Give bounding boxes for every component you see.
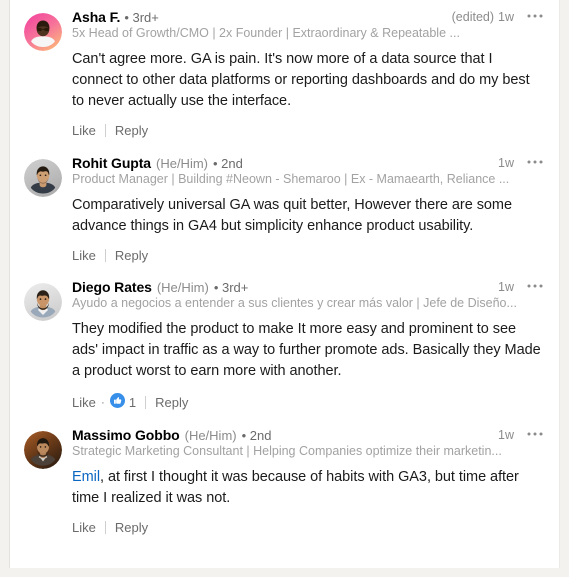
timestamp: 1w: [498, 280, 514, 294]
comment-body: Diego Rates (He/Him) • 3rd+ 1w Ayudo a n…: [62, 279, 543, 411]
action-divider: [104, 124, 106, 137]
reply-button[interactable]: Reply: [155, 395, 188, 410]
comment-header: Massimo Gobbo (He/Him) • 2nd 1w: [72, 427, 543, 443]
comment-item: Rohit Gupta (He/Him) • 2nd 1w Product Ma…: [10, 138, 559, 263]
comment-text: Can't agree more. GA is pain. It's now m…: [72, 51, 530, 109]
comment-actions: Like Reply: [72, 520, 543, 535]
author-name[interactable]: Diego Rates: [72, 279, 152, 295]
comment-text-rest: , at first I thought it was because of h…: [72, 469, 519, 506]
comment-body: Rohit Gupta (He/Him) • 2nd 1w Product Ma…: [62, 155, 543, 263]
author-name[interactable]: Massimo Gobbo: [72, 427, 180, 443]
like-button[interactable]: Like: [72, 395, 96, 410]
connection-degree: • 2nd: [213, 156, 243, 171]
like-button[interactable]: Like: [72, 520, 96, 535]
edited-badge: (edited): [451, 10, 495, 24]
comments-panel: Asha F. • 3rd+ (edited) 1w 5x Head of Gr…: [9, 0, 560, 568]
reaction-count: 1: [128, 394, 137, 410]
reply-button[interactable]: Reply: [115, 123, 148, 138]
author-headline: Ayudo a negocios a entender a sus client…: [72, 296, 517, 310]
reply-button[interactable]: Reply: [115, 248, 148, 263]
action-divider: [104, 249, 106, 262]
comment-body: Asha F. • 3rd+ (edited) 1w 5x Head of Gr…: [62, 9, 543, 138]
author-headline: Strategic Marketing Consultant | Helping…: [72, 444, 502, 458]
connection-degree: • 2nd: [241, 428, 272, 443]
comment-item: Diego Rates (He/Him) • 3rd+ 1w Ayudo a n…: [10, 263, 559, 411]
comment-meta: 1w: [498, 280, 543, 294]
ellipsis-horizontal-icon[interactable]: [527, 14, 543, 18]
action-divider: [145, 395, 147, 409]
mention-link[interactable]: Emil: [72, 469, 100, 485]
comment-header: Asha F. • 3rd+ (edited) 1w: [72, 9, 543, 25]
avatar-massimo-gobbo[interactable]: [24, 431, 62, 469]
author-headline: 5x Head of Growth/CMO | 2x Founder | Ext…: [72, 26, 460, 40]
connection-degree: • 3rd+: [124, 10, 159, 25]
comment-text: Emil, at first I thought it was because …: [72, 467, 543, 509]
avatar-diego-rates[interactable]: [24, 283, 62, 321]
comment-item: Massimo Gobbo (He/Him) • 2nd 1w Strategi…: [10, 411, 559, 535]
comment-meta: 1w: [498, 156, 543, 170]
timestamp: 1w: [498, 428, 514, 442]
connection-degree: • 3rd+: [213, 280, 249, 295]
comment-body: Massimo Gobbo (He/Him) • 2nd 1w Strategi…: [62, 427, 543, 535]
avatar-asha-f[interactable]: [24, 13, 62, 51]
comment-header: Diego Rates (He/Him) • 3rd+ 1w: [72, 279, 543, 295]
comment-actions: Like · 1 Reply: [72, 393, 543, 411]
reply-button[interactable]: Reply: [115, 520, 148, 535]
comment-text: Comparatively universal GA was quit bett…: [72, 197, 512, 234]
comment-meta: (edited) 1w: [452, 10, 543, 24]
comment-meta: 1w: [498, 428, 543, 442]
author-pronouns: (He/Him): [184, 428, 237, 443]
author-name[interactable]: Asha F.: [72, 9, 120, 25]
ellipsis-horizontal-icon[interactable]: [527, 432, 543, 436]
comment-item: Asha F. • 3rd+ (edited) 1w 5x Head of Gr…: [10, 0, 559, 138]
comment-actions: Like Reply: [72, 123, 543, 138]
action-divider: [104, 521, 106, 534]
meta-dot: ·: [100, 395, 105, 409]
like-button[interactable]: Like: [72, 123, 96, 138]
comment-text: They modified the product to make It mor…: [72, 321, 541, 379]
author-pronouns: (He/Him): [156, 156, 208, 171]
like-thumb-icon: [109, 393, 125, 411]
like-button[interactable]: Like: [72, 248, 96, 263]
timestamp: 1w: [498, 10, 514, 24]
avatar-rohit-gupta[interactable]: [24, 159, 62, 197]
timestamp: 1w: [498, 156, 514, 170]
author-headline: Product Manager | Building #Neown - Shem…: [72, 172, 510, 186]
comment-actions: Like Reply: [72, 248, 543, 263]
reaction-summary[interactable]: 1: [109, 393, 137, 411]
ellipsis-horizontal-icon[interactable]: [527, 160, 543, 164]
ellipsis-horizontal-icon[interactable]: [527, 284, 543, 288]
author-name[interactable]: Rohit Gupta: [72, 155, 151, 171]
author-pronouns: (He/Him): [156, 280, 209, 295]
comment-header: Rohit Gupta (He/Him) • 2nd 1w: [72, 155, 543, 171]
